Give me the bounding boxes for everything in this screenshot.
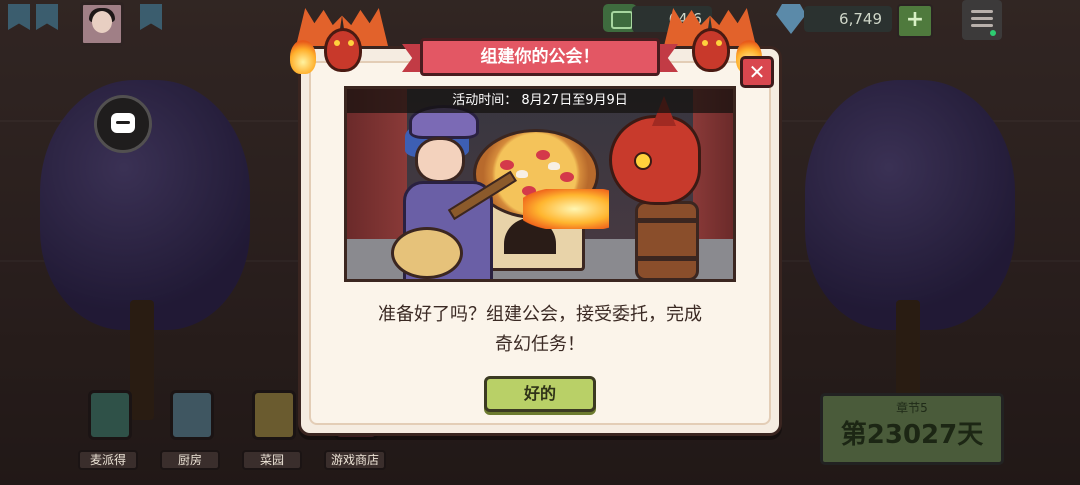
nav-button-garden[interactable] xyxy=(244,390,304,452)
day-count: 第23027天 xyxy=(840,420,984,450)
nav-button-maipaide[interactable] xyxy=(80,390,140,452)
nav-button-kitchen[interactable] xyxy=(162,390,222,452)
bard-character xyxy=(389,105,517,279)
dragon-fire xyxy=(523,189,609,229)
dialog-title: 组建你的公会！ xyxy=(420,38,660,76)
ok-button[interactable]: 好的 xyxy=(484,376,596,412)
menu-button[interactable] xyxy=(962,0,1002,40)
nav-label-maipaide[interactable]: 麦派得 xyxy=(78,450,138,470)
red-dragon xyxy=(609,96,701,205)
nav-label-game-shop[interactable]: 游戏商店 xyxy=(324,450,386,470)
dialog-title-ribbon: 组建你的公会！ xyxy=(402,38,678,76)
sprout-icon xyxy=(252,390,296,440)
nav-label-kitchen[interactable]: 厨房 xyxy=(160,450,220,470)
bunting-flag xyxy=(8,4,30,30)
add-gems-button[interactable]: + xyxy=(897,4,933,38)
barrel xyxy=(635,201,699,279)
bunting-flag xyxy=(36,4,58,30)
event-time-label: 活动时间： 8月27日至9月9日 xyxy=(347,89,733,113)
day-counter-panel: 章节5 第23027天 xyxy=(820,393,1004,465)
close-button[interactable]: ✕ xyxy=(740,56,774,88)
chat-button[interactable] xyxy=(94,95,152,153)
bunting-flag xyxy=(140,4,162,30)
nav-label-garden[interactable]: 菜园 xyxy=(242,450,302,470)
dragon-decoration-left xyxy=(290,0,388,80)
notification-dot xyxy=(990,30,996,36)
lute-icon xyxy=(391,227,463,279)
tablet-icon xyxy=(88,390,132,440)
dialog-message-line1: 准备好了吗？组建公会，接受委托，完成 xyxy=(378,304,702,325)
dialog-message: 准备好了吗？组建公会，接受委托，完成 奇幻任务！ xyxy=(330,300,750,360)
gem-amount: 6,749 xyxy=(804,6,892,32)
kitchen-icon xyxy=(170,390,214,440)
event-banner-image: 活动时间： 8月27日至9月9日 xyxy=(344,86,736,282)
dialog-message-line2: 奇幻任务！ xyxy=(495,334,585,355)
chat-bubble-icon xyxy=(111,113,135,133)
player-avatar[interactable] xyxy=(80,2,124,46)
gem-icon xyxy=(776,4,806,34)
